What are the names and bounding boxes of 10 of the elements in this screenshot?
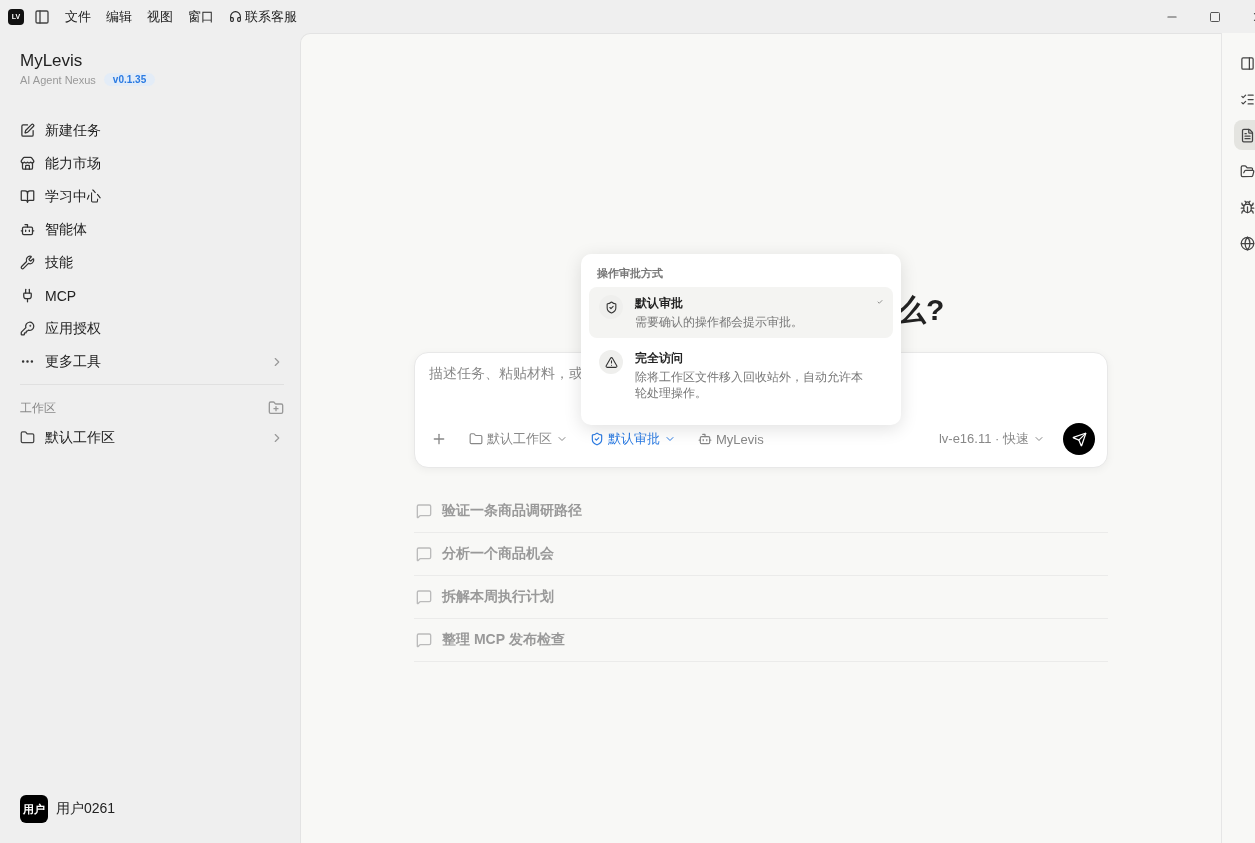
app-title: MyLevis: [20, 51, 84, 71]
option-title: 默认审批: [635, 295, 684, 312]
option-title: 完全访问: [635, 350, 684, 367]
option-description: 需要确认的操作都会提示审批。: [635, 314, 804, 330]
user-name: 用户0261: [56, 800, 116, 818]
option-description: 除将工作区文件移入回收站外，自动允许本轮处理操作。: [635, 369, 864, 401]
app-subtitle: AI Agent Nexus: [20, 73, 96, 86]
version-badge: v0.1.35: [103, 73, 156, 86]
section-label: 工作区: [20, 399, 56, 417]
dropdown-header: 操作审批方式: [596, 266, 664, 281]
